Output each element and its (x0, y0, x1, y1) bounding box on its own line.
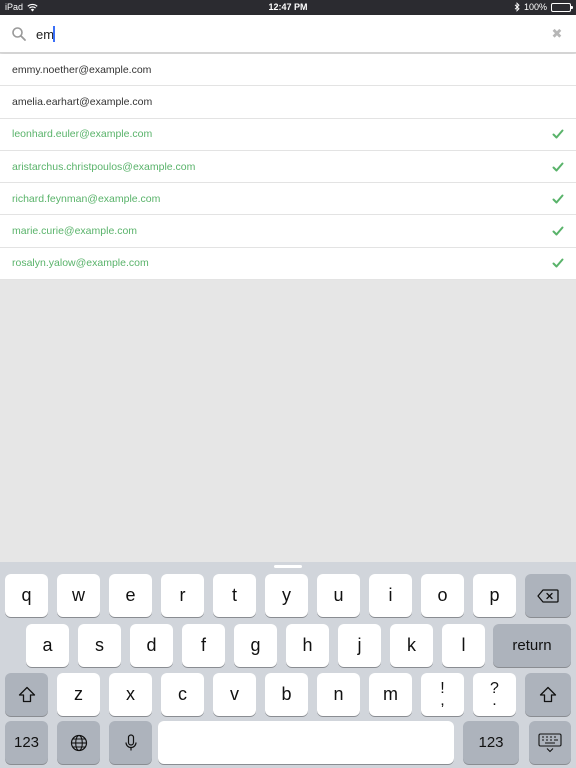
key-d[interactable]: d (130, 624, 173, 667)
email-suggestion-row[interactable]: emmy.noether@example.com (0, 54, 576, 87)
microphone-icon (124, 733, 138, 752)
backspace-icon (537, 588, 559, 603)
globe-icon (70, 734, 88, 752)
email-address: leonhard.euler@example.com (12, 128, 153, 141)
keyboard-handle[interactable] (274, 565, 302, 568)
key-b[interactable]: b (265, 673, 308, 716)
email-address: marie.curie@example.com (12, 225, 138, 238)
key-v[interactable]: v (213, 673, 256, 716)
key-q[interactable]: q (5, 574, 48, 617)
key-i[interactable]: i (369, 574, 412, 617)
battery-icon (551, 2, 573, 12)
key-z[interactable]: z (57, 673, 100, 716)
email-suggestion-list: emmy.noether@example.com amelia.earhart@e… (0, 54, 576, 281)
space-bar[interactable] (158, 721, 454, 764)
key-r[interactable]: r (161, 574, 204, 617)
search-input[interactable] (36, 23, 516, 45)
battery-percent: 100% (523, 2, 547, 12)
on-screen-keyboard: q w e r t y u i o p a s d f g h j k l re… (0, 562, 576, 768)
key-g[interactable]: g (234, 624, 277, 667)
key-s[interactable]: s (78, 624, 121, 667)
search-bar: ✖ (0, 15, 576, 53)
email-suggestion-row[interactable]: marie.curie@example.com (0, 215, 576, 248)
key-p[interactable]: p (473, 574, 516, 617)
status-bar: iPad 12:47 PM 100% (0, 0, 576, 15)
key-t[interactable]: t (213, 574, 256, 617)
numbers-key-right[interactable]: 123 (463, 721, 519, 764)
key-n[interactable]: n (317, 673, 360, 716)
key-k[interactable]: k (390, 624, 433, 667)
key-exclamation-comma[interactable]: ! , (421, 673, 464, 716)
key-y[interactable]: y (265, 574, 308, 617)
email-address: rosalyn.yalow@example.com (12, 257, 149, 270)
shift-key-right[interactable] (525, 673, 571, 716)
email-suggestion-row[interactable]: aristarchus.christpoulos@example.com (0, 151, 576, 184)
key-question-period[interactable]: ? . (473, 673, 516, 716)
shift-icon (539, 686, 557, 703)
checkmark-icon (552, 193, 564, 205)
return-key[interactable]: return (493, 624, 571, 667)
email-suggestion-row[interactable]: richard.feynman@example.com (0, 183, 576, 216)
key-j[interactable]: j (338, 624, 381, 667)
shift-key-left[interactable] (5, 673, 48, 716)
dictation-key[interactable] (109, 721, 152, 764)
keyboard-dismiss-key[interactable] (529, 721, 571, 764)
text-caret (53, 26, 55, 42)
keyboard-dismiss-icon (538, 732, 562, 753)
status-time: 12:47 PM (268, 2, 308, 12)
checkmark-icon (552, 161, 564, 173)
key-a[interactable]: a (26, 624, 69, 667)
email-suggestion-row[interactable]: amelia.earhart@example.com (0, 86, 576, 119)
email-address: richard.feynman@example.com (12, 192, 161, 205)
key-u[interactable]: u (317, 574, 360, 617)
email-address: amelia.earhart@example.com (12, 95, 153, 108)
email-address: emmy.noether@example.com (12, 63, 152, 76)
key-m[interactable]: m (369, 673, 412, 716)
email-suggestion-row[interactable]: leonhard.euler@example.com (0, 119, 576, 151)
key-c[interactable]: c (161, 673, 204, 716)
bluetooth-icon (514, 2, 520, 12)
key-l[interactable]: l (442, 624, 485, 667)
key-o[interactable]: o (421, 574, 464, 617)
close-icon[interactable]: ✖ (550, 26, 564, 41)
key-e[interactable]: e (109, 574, 152, 617)
key-x[interactable]: x (109, 673, 152, 716)
key-h[interactable]: h (286, 624, 329, 667)
search-icon (11, 26, 27, 42)
globe-key[interactable] (57, 721, 100, 764)
backspace-key[interactable] (525, 574, 571, 617)
email-address: aristarchus.christpoulos@example.com (12, 160, 196, 173)
key-f[interactable]: f (182, 624, 225, 667)
checkmark-icon (552, 128, 564, 140)
shift-icon (18, 686, 36, 703)
numbers-key-left[interactable]: 123 (5, 721, 48, 764)
key-w[interactable]: w (57, 574, 100, 617)
email-suggestion-row[interactable]: rosalyn.yalow@example.com (0, 248, 576, 281)
checkmark-icon (552, 225, 564, 237)
checkmark-icon (552, 257, 564, 269)
